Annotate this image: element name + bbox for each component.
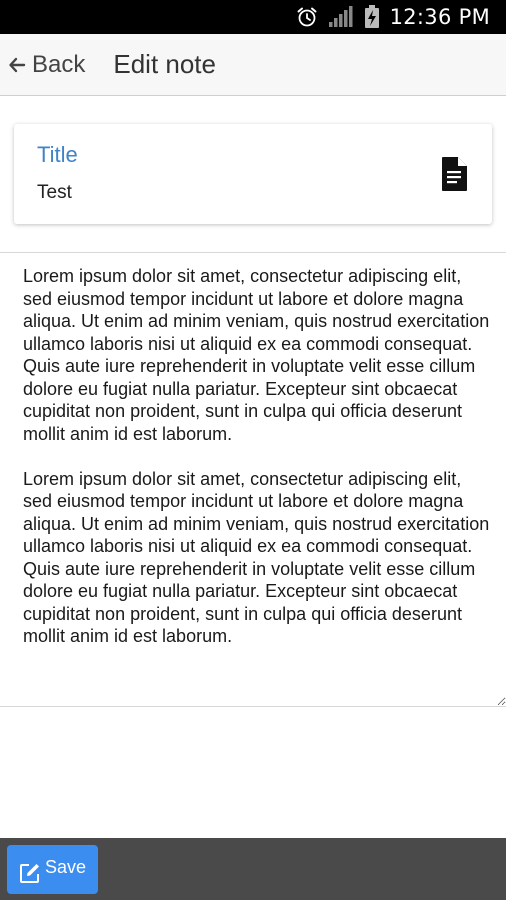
page-title: Edit note — [113, 49, 216, 79]
battery-charging-icon — [364, 5, 380, 29]
arrow-left-icon — [8, 56, 26, 74]
status-time: 12:36 PM — [389, 5, 490, 29]
title-label: Title — [37, 142, 78, 167]
app-header: Back Edit note — [0, 34, 506, 96]
alarm-icon — [296, 6, 318, 28]
document-icon — [440, 156, 468, 192]
signal-icon — [328, 6, 354, 28]
status-bar: 12:36 PM — [0, 0, 506, 34]
back-label: Back — [32, 50, 86, 78]
save-button[interactable]: Save — [7, 845, 98, 894]
edit-icon — [19, 862, 41, 884]
divider — [0, 706, 506, 707]
footer-bar: Save — [0, 838, 506, 900]
title-value: Test — [37, 182, 72, 203]
title-card[interactable]: Title Test — [14, 124, 492, 224]
save-label: Save — [44, 857, 87, 877]
back-button[interactable]: Back — [8, 51, 85, 79]
note-body-textarea[interactable]: Lorem ipsum dolor sit amet, consectetur … — [0, 253, 506, 706]
